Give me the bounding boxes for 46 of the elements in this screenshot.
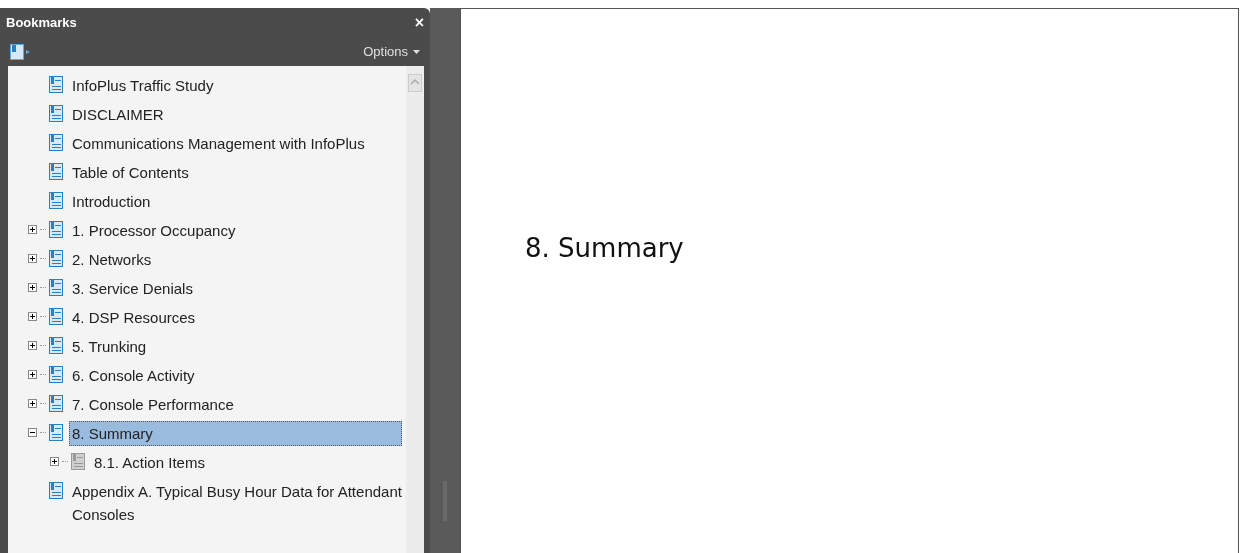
expand-icon[interactable]: [28, 225, 37, 234]
expand-icon[interactable]: [50, 457, 59, 466]
bookmark-icon: [71, 453, 85, 470]
bookmark-item[interactable]: 8.1. Action Items: [91, 450, 208, 475]
bookmark-item[interactable]: Appendix A. Typical Busy Hour Data for Attendant Consoles: [69, 479, 406, 527]
bookmark-icon: [49, 279, 63, 296]
bookmark-options-icon[interactable]: [10, 44, 32, 60]
bookmark-item[interactable]: Table of Contents: [69, 160, 192, 185]
bookmark-item[interactable]: DISCLAIMER: [69, 102, 167, 127]
bookmark-icon: [49, 250, 63, 267]
bookmark-icon: [49, 424, 63, 441]
scrollbar[interactable]: [406, 66, 424, 553]
expand-icon[interactable]: [28, 312, 37, 321]
bookmark-item[interactable]: 1. Processor Occupancy: [69, 218, 239, 243]
bookmark-icon: [49, 134, 63, 151]
bookmark-item[interactable]: 4. DSP Resources: [69, 305, 199, 330]
bookmark-icon: [49, 366, 63, 383]
close-button[interactable]: ×: [414, 15, 424, 31]
bookmark-icon: [49, 395, 63, 412]
bookmark-item[interactable]: 7. Console Performance: [69, 392, 237, 417]
expand-icon[interactable]: [28, 341, 37, 350]
bookmark-icon: [49, 105, 63, 122]
bookmark-icon: [49, 163, 63, 180]
bookmark-icon: [49, 337, 63, 354]
bookmark-item[interactable]: 5. Trunking: [69, 334, 150, 359]
bookmark-item[interactable]: Communications Management with InfoPlus: [69, 131, 368, 156]
bookmark-icon: [49, 308, 63, 325]
expand-icon[interactable]: [28, 254, 37, 263]
expand-icon[interactable]: [28, 399, 37, 408]
bookmark-item[interactable]: 6. Console Activity: [69, 363, 198, 388]
bookmark-item[interactable]: InfoPlus Traffic Study: [69, 73, 217, 98]
expand-icon[interactable]: [28, 283, 37, 292]
bookmark-item[interactable]: 3. Service Denials: [69, 276, 196, 301]
bookmark-icon: [49, 76, 63, 93]
bookmark-icon: [49, 482, 63, 499]
caret-icon: [413, 50, 420, 54]
bookmark-icon: [49, 221, 63, 238]
bookmark-item[interactable]: Introduction: [69, 189, 154, 214]
collapse-icon[interactable]: [28, 428, 37, 437]
bookmark-icon: [49, 192, 63, 209]
document-heading: 8. Summary: [525, 232, 685, 265]
options-menu[interactable]: Options: [363, 42, 420, 62]
bookmark-item[interactable]: 8. Summary: [69, 421, 402, 446]
expand-icon[interactable]: [28, 370, 37, 379]
bookmark-item[interactable]: 2. Networks: [69, 247, 155, 272]
panel-title: Bookmarks: [6, 14, 77, 33]
